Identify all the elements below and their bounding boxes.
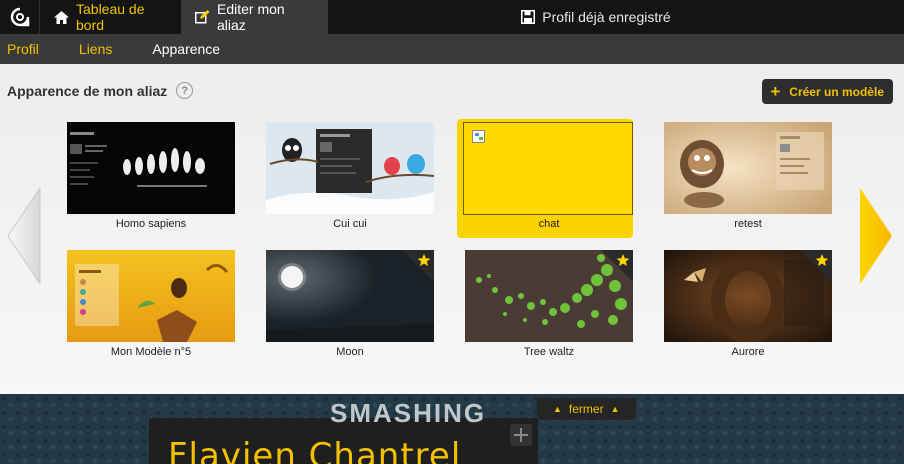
- panel-title-text: Apparence de mon aliaz: [7, 82, 168, 99]
- broken-image-icon: [472, 130, 485, 143]
- sub-navigation: Profil Liens Apparence: [0, 34, 904, 64]
- help-icon[interactable]: ?: [176, 82, 194, 99]
- save-icon: [521, 10, 536, 24]
- appearance-panel: Apparence de mon aliaz ? + Créer un modè…: [0, 64, 904, 394]
- template-name: Tree waltz: [523, 346, 575, 358]
- template-card[interactable]: Moon: [258, 250, 434, 366]
- template-thumbnail: [266, 122, 434, 214]
- subnav-profil[interactable]: Profil: [7, 41, 39, 57]
- favorite-star-icon[interactable]: [800, 250, 832, 282]
- template-card[interactable]: Mon Modèle n°5: [59, 250, 235, 366]
- template-name: Cui cui: [333, 218, 367, 230]
- favorite-star-icon[interactable]: [402, 250, 434, 282]
- template-name: Mon Modèle n°5: [110, 346, 192, 358]
- create-template-label: Créer un modèle: [789, 84, 884, 99]
- saved-status-label: Profil déjà enregistré: [542, 9, 671, 25]
- next-arrow-icon[interactable]: [859, 186, 893, 286]
- plus-icon: +: [770, 81, 781, 101]
- template-card[interactable]: Tree waltz: [457, 250, 633, 366]
- saved-status: Profil déjà enregistré: [328, 0, 904, 34]
- template-name: Aurore: [731, 346, 765, 358]
- template-card-selected[interactable]: chat: [457, 119, 633, 238]
- triangle-up-icon: ▲: [553, 404, 562, 414]
- favorite-star-icon[interactable]: [601, 250, 633, 282]
- template-name: Homo sapiens: [115, 218, 187, 230]
- previous-arrow-icon[interactable]: [6, 186, 42, 286]
- tab-dashboard[interactable]: Tableau de bord: [40, 0, 181, 34]
- close-panel-label: fermer: [568, 402, 604, 416]
- template-thumbnail: [67, 250, 235, 342]
- tab-edit-aliaz[interactable]: Editer mon aliaz: [181, 0, 328, 34]
- template-name: Moon: [336, 346, 364, 358]
- preview-banner-text: SMASHING: [330, 398, 487, 428]
- template-thumbnail: [463, 122, 633, 215]
- tab-dashboard-label: Tableau de bord: [76, 1, 145, 33]
- top-bar: Tableau de bord Editer mon aliaz Profil …: [0, 0, 904, 34]
- subnav-liens[interactable]: Liens: [79, 41, 112, 57]
- edit-icon: [195, 10, 210, 24]
- close-panel-button[interactable]: ▲ fermer ▲: [537, 398, 636, 420]
- triangle-up-icon: ▲: [610, 404, 620, 414]
- aliaz-logo[interactable]: [0, 0, 40, 34]
- template-card[interactable]: Cui cui: [258, 122, 434, 238]
- aliaz-logo-icon: [10, 7, 29, 27]
- template-card[interactable]: Aurore: [656, 250, 832, 366]
- template-card[interactable]: Homo sapiens: [59, 122, 235, 238]
- template-card[interactable]: retest: [656, 122, 832, 238]
- subnav-apparence[interactable]: Apparence: [152, 41, 220, 57]
- template-name: chat: [538, 218, 560, 230]
- preview-profile-name: Flavien Chantrel: [168, 436, 462, 464]
- home-icon: [54, 10, 69, 24]
- template-name: retest: [734, 218, 762, 230]
- template-thumbnail: [664, 122, 832, 214]
- template-thumbnail: [67, 122, 235, 214]
- tab-edit-aliaz-label: Editer mon aliaz: [217, 1, 285, 33]
- profile-preview: SMASHING Flavien Chantrel: [0, 394, 904, 464]
- create-template-button[interactable]: + Créer un modèle: [762, 79, 893, 104]
- panel-title: Apparence de mon aliaz ?: [7, 82, 194, 99]
